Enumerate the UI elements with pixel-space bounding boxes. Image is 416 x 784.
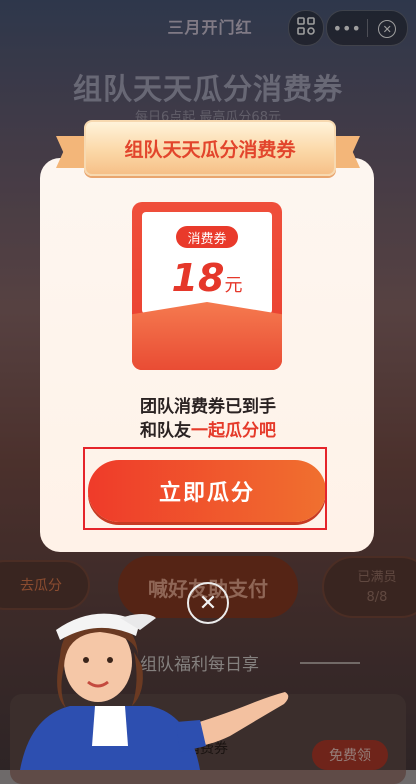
- message-line-2-prefix: 和队友: [140, 421, 191, 441]
- coupon-paper: 消费券 18元: [142, 212, 272, 314]
- message-line-2-highlight: 一起瓜分吧: [191, 421, 276, 441]
- coupon-envelope: 消费券 18元: [132, 202, 282, 370]
- coupon-amount: 18: [171, 256, 225, 300]
- coupon-tag: 消费券: [176, 226, 238, 248]
- coupon-unit: 元: [224, 275, 243, 296]
- coupon-value: 18元: [142, 256, 272, 300]
- ribbon-title: 组队天天瓜分消费券: [84, 120, 336, 176]
- focus-highlight-box: [83, 447, 327, 530]
- message-line-1: 团队消费券已到手: [140, 397, 276, 417]
- mascot-illustration: [20, 613, 289, 770]
- coupon-envelope-flap: [132, 302, 282, 370]
- modal-ribbon: 组队天天瓜分消费券: [54, 120, 362, 180]
- message-line-2: 和队友一起瓜分吧: [0, 416, 416, 441]
